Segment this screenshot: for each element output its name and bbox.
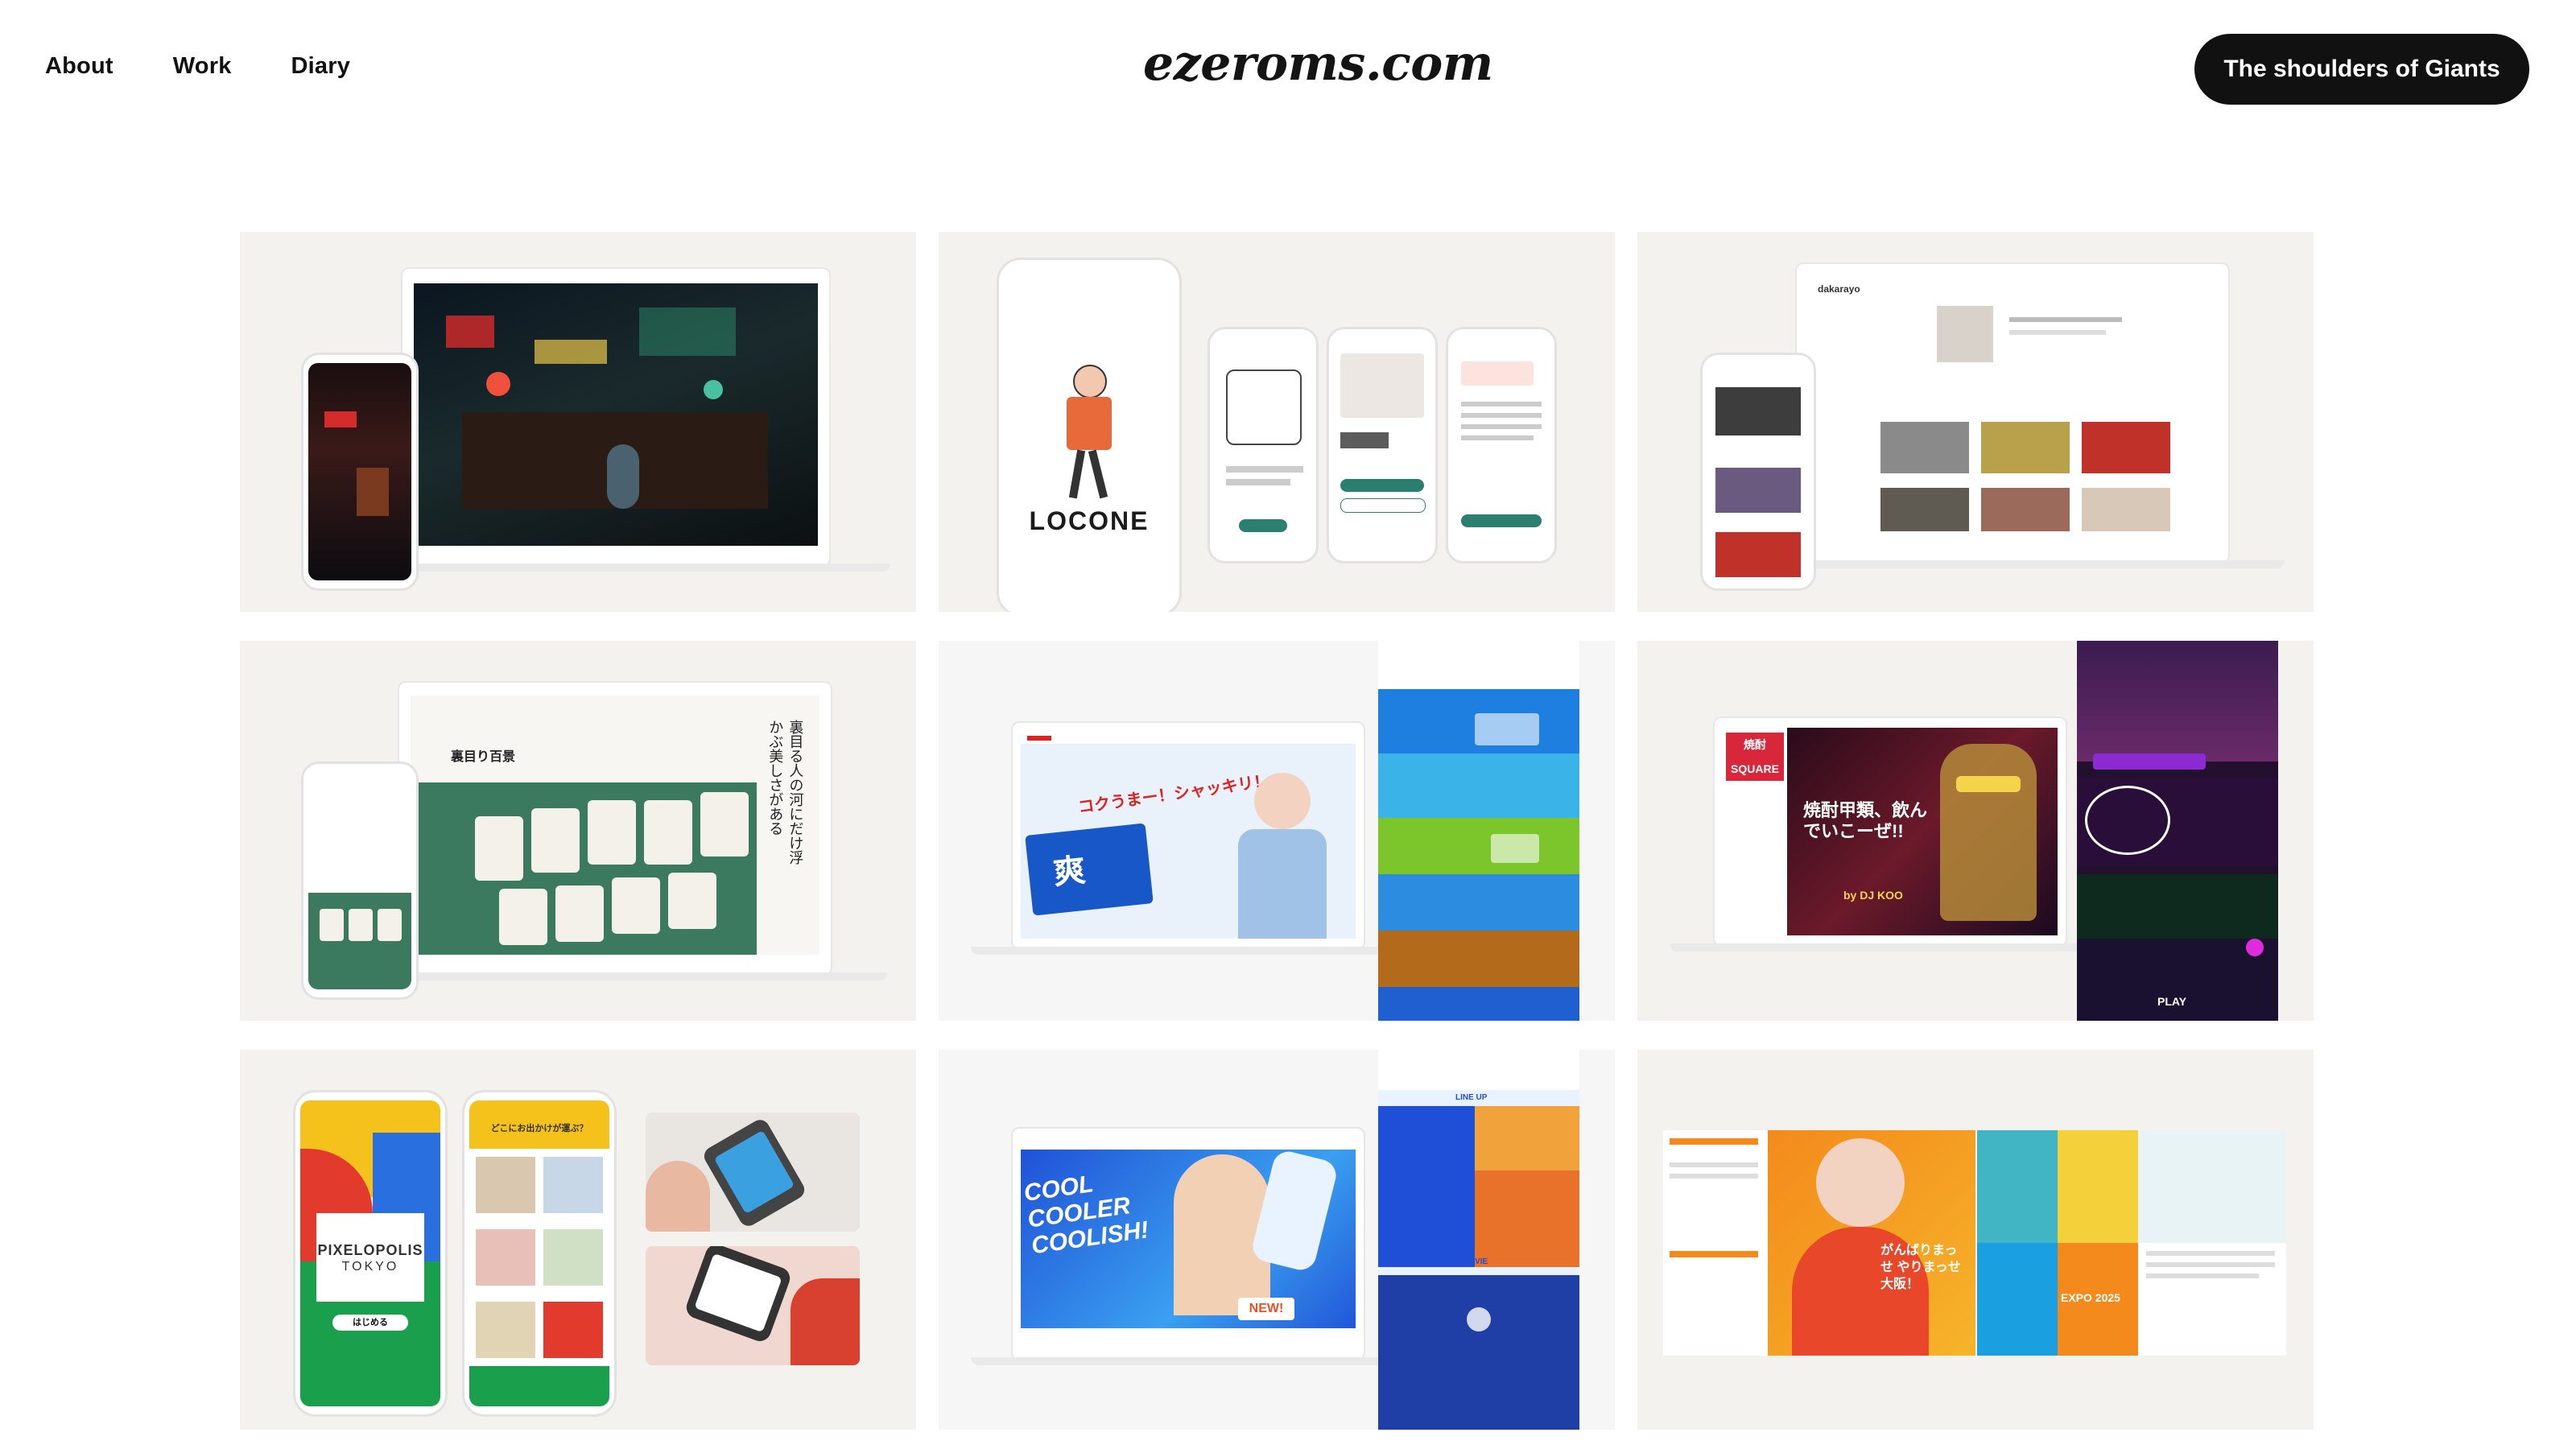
site-header: About Work Diary ezeroms.com The shoulde… [0, 0, 2576, 141]
work-tile-coolish[interactable]: COOL COOLER COOLISH! NEW! LINE UP MOVIE [939, 1050, 1615, 1430]
uramenu-title: 裏目り百景 [451, 749, 516, 764]
laptop-mockup: 焼酎SQUARE 焼酎甲類、飲んでいこーぜ!! by DJ KOO [1713, 716, 2067, 947]
osaka-slogan: がんばりまっせ やりまっせ 大阪！ [1880, 1244, 1961, 1291]
work-tile-osaka[interactable]: がんばりまっせ やりまっせ 大阪！ EXPO 2025 [1637, 1050, 2314, 1430]
shochu-side-title: 焼酎SQUARE [1726, 733, 1784, 781]
pixelopolis-title: PIXELOPOLIS [317, 1242, 423, 1258]
phone-mockup [301, 762, 419, 1000]
laptop-mockup: dakarayo [1795, 262, 2230, 564]
pixelopolis-question: どこにお出かけが運ぶ？ [490, 1124, 588, 1133]
laptop-mockup: COOL COOLER COOLISH! NEW! [1011, 1127, 1365, 1360]
work-tile-shochu[interactable]: 焼酎SQUARE 焼酎甲類、飲んでいこーぜ!! by DJ KOO PLAY [1637, 641, 2314, 1021]
locone-title: LOCONE [1029, 506, 1150, 535]
coolish-new-badge: NEW! [1238, 1298, 1294, 1320]
coolish-headline: COOL COOLER COOLISH! [1022, 1170, 1150, 1260]
main-nav: About Work Diary [45, 53, 410, 80]
soh-longpage-mockup [1378, 641, 1579, 1021]
night-city-screen [414, 283, 818, 546]
work-tile-mahjong[interactable]: 裏目り百景 裏目る人の河にだけ浮かぶ美しさがある [240, 641, 916, 1021]
work-tile-dakarayo[interactable]: dakarayo [1637, 232, 2314, 612]
phone-mockup [301, 353, 419, 591]
phone-mockup: PIXELOPOLIS TOKYO はじめる [293, 1090, 448, 1417]
pixelopolis-photo-2 [646, 1246, 860, 1365]
work-tile-locone[interactable]: LOCONE [939, 232, 1615, 612]
shochu-play-label: PLAY [2157, 995, 2187, 1008]
coolish-lineup-label: LINE UP [1455, 1093, 1488, 1102]
work-tile-pixelopolis[interactable]: PIXELOPOLIS TOKYO はじめる どこにお出かけが運ぶ？ [240, 1050, 916, 1430]
uramenu-vertical-copy: 裏目る人の河にだけ浮かぶ美しさがある [766, 720, 804, 865]
laptop-mockup: コクうまー！シャッキリ！ 爽 [1011, 721, 1365, 950]
osaka-flyer-left: がんばりまっせ やりまっせ 大阪！ [1663, 1130, 1975, 1356]
pixelopolis-photo-1 [646, 1113, 860, 1232]
dakarayo-brand: dakarayo [1818, 283, 1860, 295]
laptop-mockup [401, 267, 831, 567]
nav-work-link[interactable]: Work [173, 53, 232, 80]
pixelopolis-start-button: はじめる [332, 1315, 408, 1331]
phone-mockup: どこにお出かけが運ぶ？ [462, 1090, 617, 1417]
coolish-longpage-mockup: LINE UP MOVIE [1378, 1050, 1579, 1430]
laptop-mockup: 裏目り百景 裏目る人の河にだけ浮かぶ美しさがある [398, 681, 832, 976]
nav-diary-link[interactable]: Diary [291, 53, 351, 80]
pixelopolis-sub: TOKYO [341, 1260, 399, 1274]
shoulders-of-giants-button[interactable]: The shoulders of Giants [2194, 34, 2529, 105]
phone-mockup: LOCONE [997, 258, 1182, 612]
shochu-title: 焼酎甲類、飲んでいこーぜ!! [1803, 800, 1928, 842]
osaka-expo-label: EXPO 2025 [2061, 1291, 2120, 1304]
shochu-sub: by DJ KOO [1843, 889, 1903, 902]
work-tile-soh[interactable]: コクうまー！シャッキリ！ 爽 [939, 641, 1615, 1021]
nav-about-link[interactable]: About [45, 53, 114, 80]
coolish-movie-label: MOVIE [1462, 1257, 1488, 1266]
shochu-longpage-mockup: PLAY [2077, 641, 2278, 1021]
osaka-flyer-right: EXPO 2025 [1977, 1130, 2286, 1356]
work-tile-night-city[interactable] [240, 232, 916, 612]
soh-headline: コクうまー！シャッキリ！ [1076, 772, 1271, 817]
soh-brand: 爽 [1051, 852, 1088, 891]
phone-mockup [1700, 353, 1816, 591]
site-logo[interactable]: ezeroms.com [1143, 35, 1493, 92]
